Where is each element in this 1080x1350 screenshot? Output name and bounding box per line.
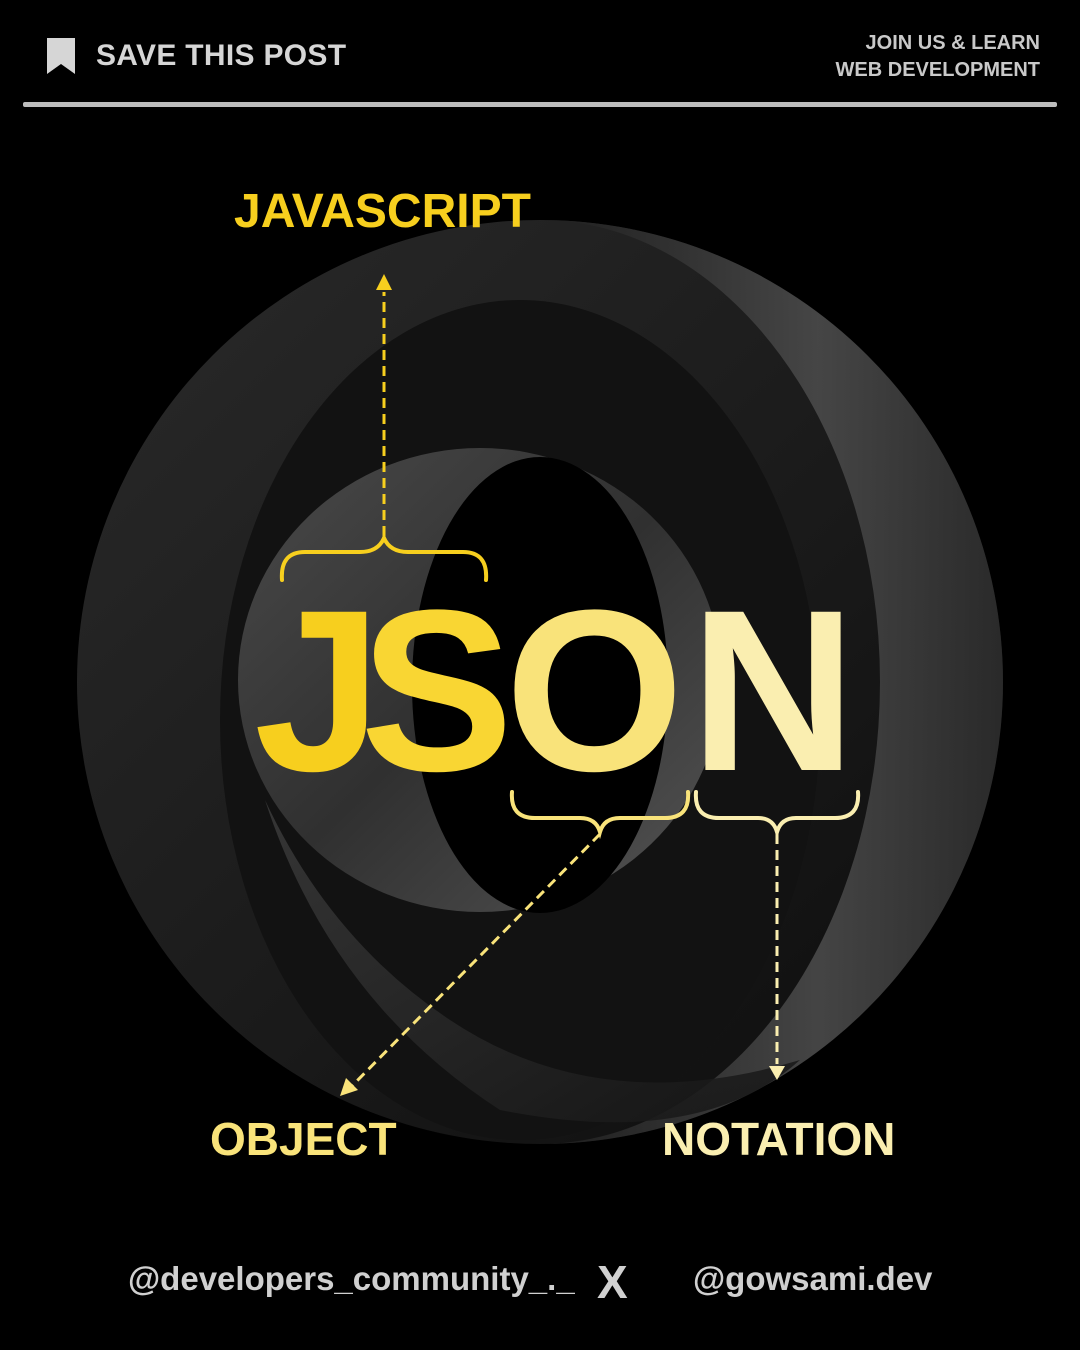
- label-object: OBJECT: [210, 1113, 397, 1165]
- label-javascript: JAVASCRIPT: [234, 185, 531, 238]
- json-letter-o: O: [505, 562, 684, 819]
- footer-handle-developers[interactable]: @developers_community_._: [128, 1260, 575, 1298]
- json-illustration: J S O N: [77, 220, 1003, 1144]
- label-notation: NOTATION: [662, 1113, 896, 1165]
- footer-handle-gowsami[interactable]: @gowsami.dev: [693, 1260, 932, 1298]
- json-letter-s: S: [360, 562, 513, 819]
- footer-separator: X: [597, 1256, 628, 1308]
- json-letter-n: N: [690, 562, 856, 819]
